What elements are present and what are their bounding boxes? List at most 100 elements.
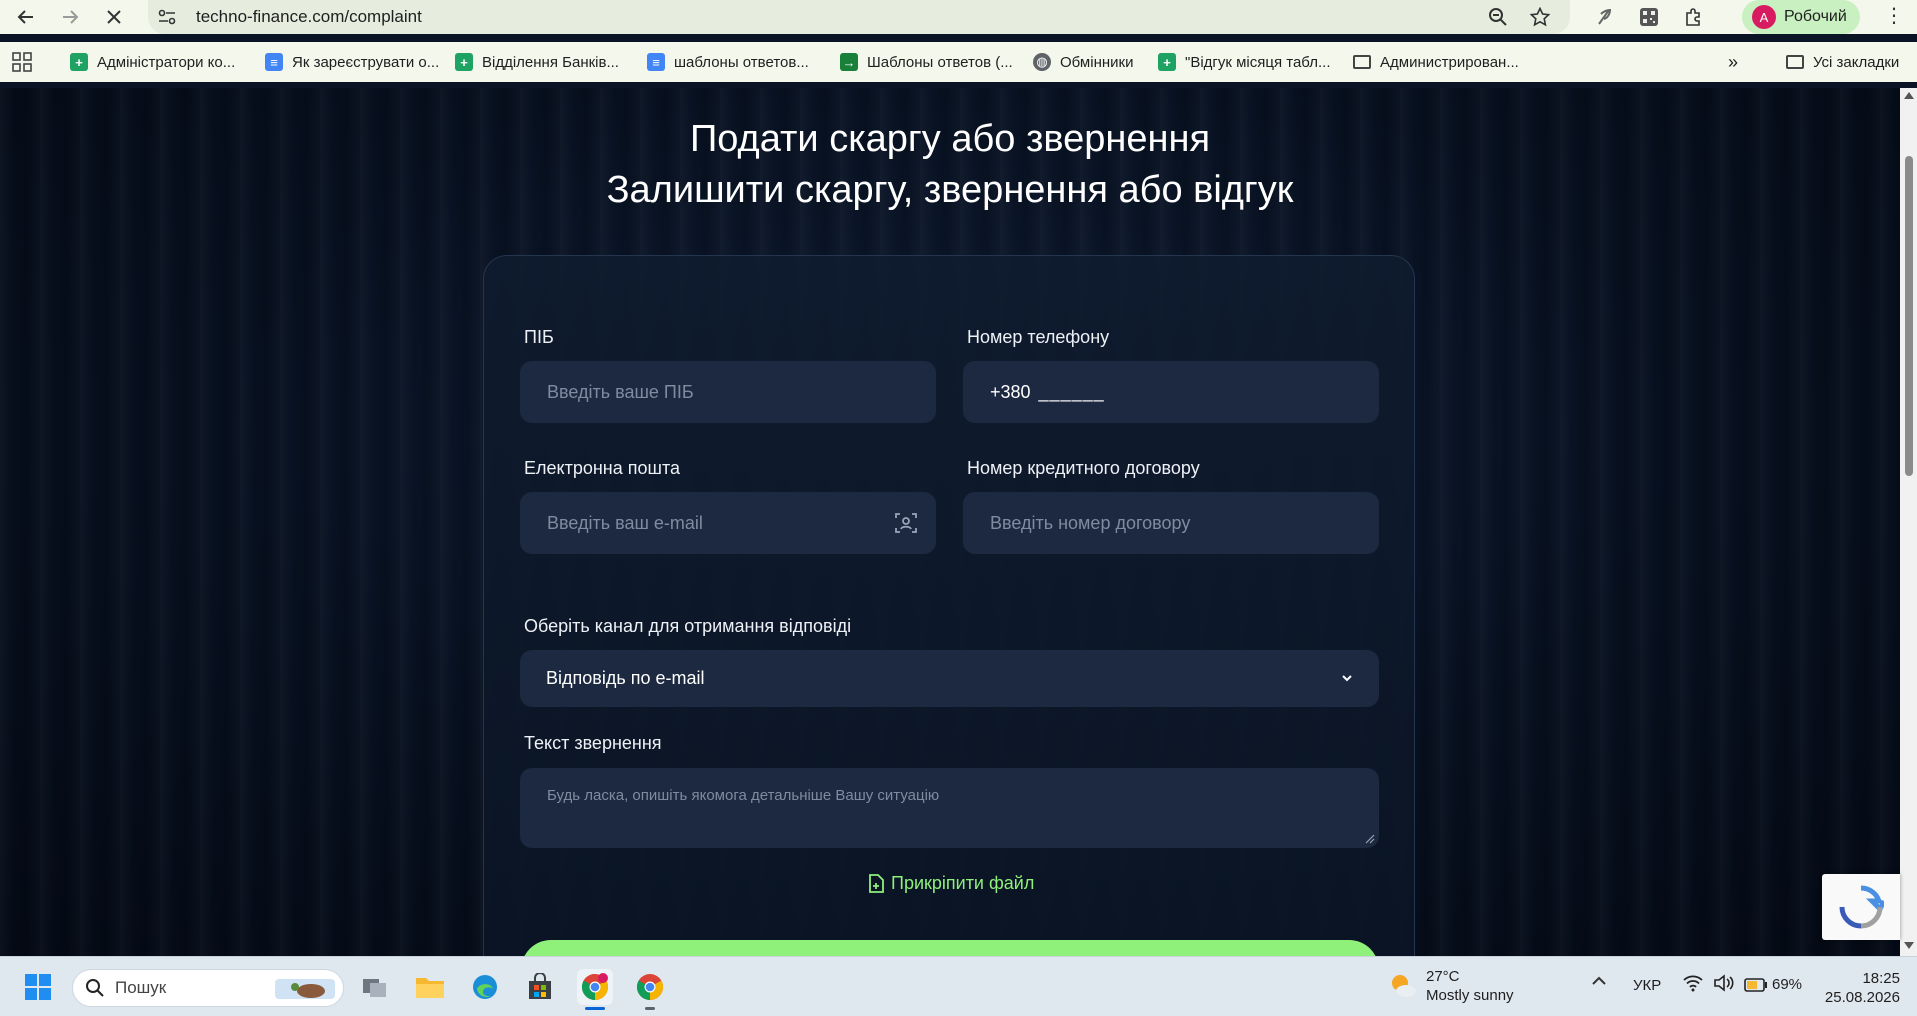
sheets-icon: + bbox=[1158, 53, 1176, 71]
url-text[interactable]: techno-finance.com/complaint bbox=[196, 7, 422, 27]
apps-grid-icon[interactable] bbox=[12, 50, 32, 74]
edge-browser-icon[interactable] bbox=[467, 969, 503, 1005]
battery-icon bbox=[1744, 977, 1767, 992]
email-input[interactable]: Введіть ваш e-mail bbox=[520, 492, 936, 554]
scroll-up-arrow-icon[interactable] bbox=[1904, 92, 1914, 99]
battery-indicator[interactable]: 69% bbox=[1744, 976, 1802, 993]
bookmark-item[interactable]: + "Відгук місяця табл... bbox=[1158, 50, 1330, 74]
response-channel-select[interactable]: Відповідь по e-mail bbox=[520, 650, 1379, 707]
extension-qr-icon[interactable] bbox=[1637, 5, 1661, 29]
bookmark-item[interactable]: + Адміністратори ко... bbox=[70, 50, 235, 74]
open-indicator bbox=[645, 1007, 655, 1010]
bookmark-item[interactable]: ≡ Як зареєструвати о... bbox=[265, 50, 439, 74]
scroll-down-arrow-icon[interactable] bbox=[1904, 942, 1914, 949]
recaptcha-badge[interactable] bbox=[1822, 874, 1900, 940]
all-bookmarks-button[interactable]: Усі закладки bbox=[1786, 50, 1899, 74]
battery-percent: 69% bbox=[1772, 976, 1803, 993]
browser-toolbar: techno-finance.com/complaint A Робочий ⋮ bbox=[0, 0, 1917, 34]
green-icon: → bbox=[840, 53, 858, 71]
address-bar[interactable]: techno-finance.com/complaint bbox=[148, 0, 1570, 34]
zoom-icon[interactable] bbox=[1486, 6, 1510, 28]
language-indicator[interactable]: УКР bbox=[1633, 977, 1661, 994]
scroll-thumb[interactable] bbox=[1905, 156, 1913, 476]
text-placeholder: Будь ласка, опишіть якомога детальніше В… bbox=[547, 787, 940, 804]
arrow-right-icon bbox=[63, 10, 79, 24]
name-label: ПІБ bbox=[524, 327, 554, 347]
back-button[interactable] bbox=[4, 0, 48, 34]
task-view-icon[interactable] bbox=[357, 969, 393, 1005]
windows-taskbar: Пошук 27°C Mostly sunny УКР 69% 18:25 25… bbox=[0, 956, 1917, 1016]
phone-mask: ______ bbox=[1038, 381, 1105, 402]
browser-menu-icon[interactable]: ⋮ bbox=[1882, 5, 1906, 29]
bookmarks-bar: + Адміністратори ко... ≡ Як зареєструват… bbox=[0, 42, 1917, 82]
complaint-textarea[interactable]: Будь ласка, опишіть якомога детальніше В… bbox=[520, 768, 1379, 848]
bookmark-item[interactable]: Администрирован... bbox=[1353, 50, 1519, 74]
volume-icon[interactable] bbox=[1713, 974, 1735, 996]
chrome-taskbar-icon[interactable] bbox=[632, 969, 668, 1010]
stop-loading-button[interactable] bbox=[92, 0, 136, 34]
bookmark-label: Адміністратори ко... bbox=[97, 53, 236, 71]
windows-start-icon[interactable] bbox=[20, 969, 56, 1005]
extensions-puzzle-icon[interactable] bbox=[1682, 5, 1706, 29]
file-explorer-icon[interactable] bbox=[412, 969, 448, 1005]
submit-button[interactable] bbox=[521, 940, 1379, 956]
avatar: A bbox=[1752, 5, 1776, 29]
sheets-icon: + bbox=[70, 53, 88, 71]
page-viewport: Подати скаргу або звернення Залишити ска… bbox=[0, 88, 1900, 956]
email-label: Електронна пошта bbox=[524, 458, 681, 478]
taskbar-search-placeholder: Пошук bbox=[115, 978, 167, 997]
bookmark-item[interactable]: → Шаблоны ответов (... bbox=[840, 50, 1013, 74]
active-indicator bbox=[585, 1007, 605, 1010]
phone-input[interactable]: +380 ______ bbox=[963, 361, 1379, 423]
clock-time: 18:25 bbox=[1862, 970, 1900, 987]
recaptcha-icon bbox=[1839, 885, 1884, 929]
page-scrollbar[interactable] bbox=[1900, 88, 1917, 956]
profile-name: Робочий bbox=[1784, 8, 1847, 25]
weather-widget[interactable]: 27°C Mostly sunny bbox=[1388, 967, 1514, 1005]
attach-file-label: Прикріпити файл bbox=[891, 873, 1035, 893]
sheets-icon: + bbox=[455, 53, 473, 71]
resize-handle-icon[interactable] bbox=[1365, 834, 1375, 844]
page-subtitle: Залишити скаргу, звернення або відгук bbox=[606, 169, 1294, 211]
microsoft-store-icon[interactable] bbox=[522, 969, 558, 1005]
contract-input[interactable]: Введіть номер договору bbox=[963, 492, 1379, 554]
sun-cloud-icon bbox=[1392, 975, 1416, 997]
tray-overflow-chevron-icon[interactable] bbox=[1590, 971, 1608, 992]
text-label: Текст звернення bbox=[524, 733, 662, 753]
channel-selected-value: Відповідь по e-mail bbox=[546, 668, 705, 688]
profile-button[interactable]: A Робочий bbox=[1742, 0, 1860, 34]
weather-temp: 27°C bbox=[1426, 968, 1460, 985]
file-attach-icon bbox=[869, 873, 884, 893]
bookmark-label: Шаблоны ответов (... bbox=[867, 53, 1013, 71]
wifi-icon[interactable] bbox=[1682, 974, 1704, 996]
bookmark-item[interactable]: ◍ Обмінники bbox=[1033, 50, 1133, 74]
docs-icon: ≡ bbox=[265, 53, 283, 71]
taskbar-search[interactable]: Пошук bbox=[72, 969, 344, 1007]
phone-prefix: +380 bbox=[990, 381, 1031, 402]
bookmark-label: "Відгук місяця табл... bbox=[1185, 53, 1331, 71]
site-info-icon[interactable] bbox=[156, 6, 178, 28]
contract-placeholder: Введіть номер договору bbox=[990, 512, 1191, 533]
extension-feather-icon[interactable] bbox=[1592, 5, 1616, 29]
name-placeholder: Введіть ваше ПІБ bbox=[547, 381, 694, 402]
name-input[interactable]: Введіть ваше ПІБ bbox=[520, 361, 936, 423]
taskbar-clock[interactable]: 18:25 25.08.2026 bbox=[1820, 969, 1900, 1007]
forward-button[interactable] bbox=[48, 0, 92, 34]
autofill-contact-icon[interactable] bbox=[894, 511, 918, 535]
more-bookmarks-chevron-icon[interactable]: » bbox=[1728, 50, 1738, 74]
close-icon bbox=[107, 10, 121, 24]
bookmark-item[interactable]: + Відділення Банків... bbox=[455, 50, 619, 74]
globe-icon: ◍ bbox=[1033, 53, 1051, 71]
folder-icon bbox=[1353, 55, 1371, 69]
bookmark-label: Обмінники bbox=[1060, 53, 1134, 71]
chrome-profile-taskbar-icon[interactable] bbox=[577, 969, 613, 1010]
clock-date: 25.08.2026 bbox=[1824, 989, 1900, 1006]
attach-file-button[interactable]: Прикріпити файл bbox=[867, 873, 1034, 894]
complaint-form: ПІБ Введіть ваше ПІБ Номер телефону +380… bbox=[483, 255, 1415, 956]
phone-label: Номер телефону bbox=[967, 327, 1110, 347]
channel-label: Оберіть канал для отримання відповіді bbox=[524, 616, 852, 636]
page-title: Подати скаргу або звернення bbox=[689, 118, 1211, 160]
bookmark-label: шаблоны ответов... bbox=[674, 53, 809, 71]
bookmark-star-icon[interactable] bbox=[1528, 6, 1552, 28]
bookmark-item[interactable]: ≡ шаблоны ответов... bbox=[647, 50, 809, 74]
